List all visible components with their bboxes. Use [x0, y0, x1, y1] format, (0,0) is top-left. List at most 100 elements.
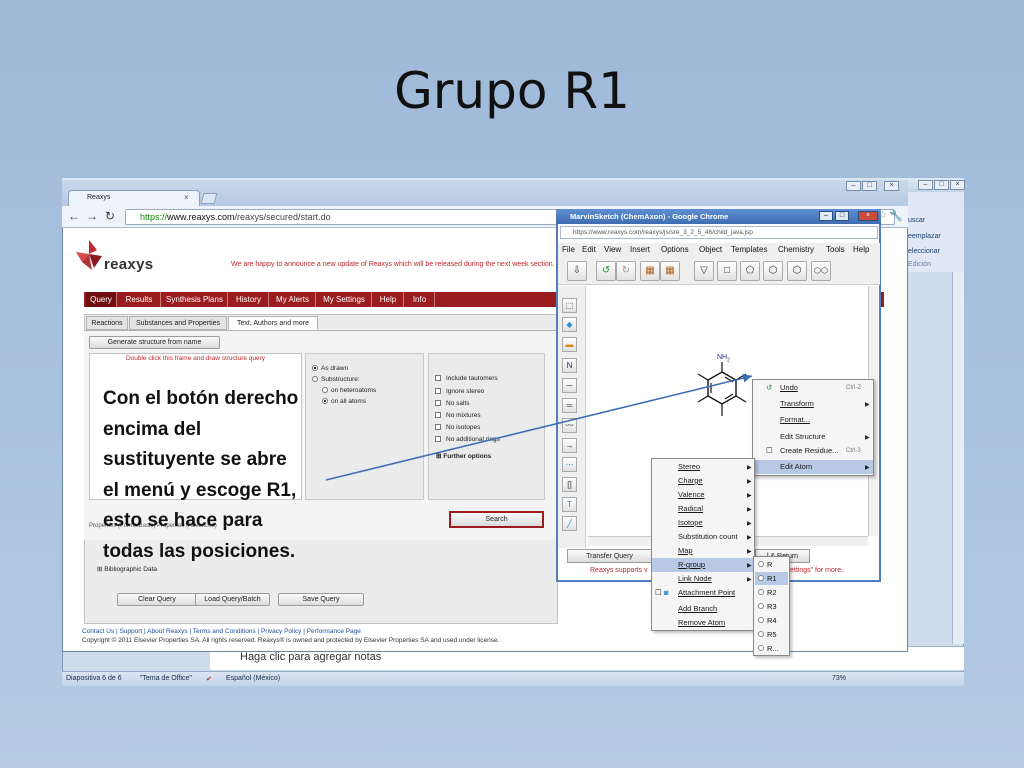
atom-map[interactable]: Map	[678, 544, 693, 558]
reload-icon[interactable]: ↻	[105, 209, 115, 223]
menu-object[interactable]: Object	[699, 243, 722, 257]
nav-help[interactable]: Help	[373, 292, 404, 307]
nav-history[interactable]: History	[229, 292, 269, 307]
eraser-tool-icon[interactable]: ◆	[562, 317, 577, 332]
search-button[interactable]: Search	[449, 511, 544, 528]
check-ignore-stereo[interactable]: Ignore stereo	[435, 388, 484, 395]
nav-results[interactable]: Results	[118, 292, 161, 307]
check-include-tautomers[interactable]: Include tautomers	[435, 375, 498, 382]
tab-text-authors[interactable]: Text, Authors and more	[228, 316, 318, 330]
check-no-additional-rings[interactable]: No additional rings	[435, 436, 500, 443]
ctx-undo[interactable]: Undo	[780, 381, 798, 395]
nav-my-alerts[interactable]: My Alerts	[270, 292, 316, 307]
chrome-close-button[interactable]: ×	[884, 181, 899, 191]
arrow-tool-icon[interactable]: →	[562, 438, 577, 453]
ribbon-select[interactable]: eleccionar	[908, 248, 940, 255]
cyclopentane-icon[interactable]: ⬠	[740, 261, 760, 281]
menu-templates[interactable]: Templates	[731, 243, 767, 257]
load-query-button[interactable]: Load Query/Batch	[195, 593, 270, 606]
ctx-transform[interactable]: Transform	[780, 397, 814, 411]
chain-tool-icon[interactable]: 〰	[562, 418, 577, 433]
double-bond-tool-icon[interactable]: ═	[562, 398, 577, 413]
radio-substructure[interactable]: Substructure:	[312, 376, 360, 383]
transfer-query-button[interactable]: Transfer Query	[567, 549, 652, 563]
ctx-edit-atom[interactable]: Edit Atom	[753, 460, 873, 474]
atom-substitution-count[interactable]: Substitution count	[678, 530, 738, 544]
template2-tool-icon[interactable]: ▦	[660, 261, 680, 281]
tab-substances[interactable]: Substances and Properties	[129, 316, 227, 330]
back-arrow-icon[interactable]: ←	[68, 209, 80, 223]
menu-file[interactable]: File	[562, 243, 575, 257]
bracket-tool-icon[interactable]: []	[562, 477, 577, 492]
ctx-edit-structure[interactable]: Edit Structure	[780, 430, 825, 444]
radio-on-heteroatoms[interactable]: on heteroatoms	[322, 387, 376, 394]
ppt-maximize-button[interactable]: □	[934, 180, 949, 190]
check-no-isotopes[interactable]: No isotopes	[435, 424, 480, 431]
new-tab-button[interactable]	[200, 193, 218, 204]
clear-query-button[interactable]: Clear Query	[117, 593, 197, 606]
atom-add-branch[interactable]: Add Branch	[678, 602, 717, 616]
menu-view[interactable]: View	[604, 243, 621, 257]
menu-chemistry[interactable]: Chemistry	[778, 243, 814, 257]
atom-remove-atom[interactable]: Remove Atom	[678, 616, 725, 630]
atom-link-node[interactable]: Link Node	[678, 572, 712, 586]
single-bond-tool-icon[interactable]: ─	[562, 378, 577, 393]
chrome-maximize-button[interactable]: □	[862, 181, 877, 191]
ppt-minimize-button[interactable]: –	[918, 180, 933, 190]
charge-tool-icon[interactable]: ▬	[562, 337, 577, 352]
radio-as-drawn[interactable]: As drawn	[312, 365, 348, 372]
ribbon-find[interactable]: uscar	[908, 217, 925, 224]
menu-edit[interactable]: Edit	[582, 243, 596, 257]
atom-valence[interactable]: Valence	[678, 488, 705, 502]
chrome-minimize-button[interactable]: –	[846, 181, 861, 191]
menu-options[interactable]: Options	[661, 243, 689, 257]
forward-arrow-icon[interactable]: →	[86, 209, 98, 223]
nav-synthesis-plans[interactable]: Synthesis Plans	[162, 292, 228, 307]
cyclohexane-icon[interactable]: ⬡	[763, 261, 783, 281]
nav-info[interactable]: Info	[405, 292, 435, 307]
further-options-toggle[interactable]: ⊞ Further options	[436, 452, 491, 460]
ctx-format[interactable]: Format...	[780, 413, 810, 427]
menu-help[interactable]: Help	[853, 243, 869, 257]
atom-isotope[interactable]: Isotope	[678, 516, 703, 530]
marvin-minimize-button[interactable]: –	[819, 211, 833, 221]
tab-close-icon[interactable]: ×	[184, 193, 189, 202]
tab-reactions[interactable]: Reactions	[86, 316, 128, 330]
footer-links[interactable]: Contact Us | Support | About Reaxys | Te…	[82, 628, 361, 635]
menu-insert[interactable]: Insert	[630, 243, 650, 257]
menu-tools[interactable]: Tools	[826, 243, 845, 257]
notes-placeholder[interactable]: Haga clic para agregar notas	[240, 651, 381, 663]
undo-tool-icon[interactable]: ↺	[596, 261, 616, 281]
atom-charge[interactable]: Charge	[678, 474, 703, 488]
check-no-mixtures[interactable]: No mixtures	[435, 412, 481, 419]
atom-radical[interactable]: Radical	[678, 502, 703, 516]
atom-n-tool[interactable]: N	[562, 358, 577, 373]
status-zoom[interactable]: 73%	[832, 675, 846, 682]
select-tool-icon[interactable]: ⬚	[562, 298, 577, 313]
rgroup-tool-icon[interactable]: ⋯	[562, 457, 577, 472]
benzene-icon[interactable]: ⬡	[787, 261, 807, 281]
ppt-vertical-scrollbar[interactable]	[952, 272, 964, 644]
spellcheck-icon[interactable]: ✔	[206, 675, 212, 683]
wrench-icon[interactable]: 🔧	[889, 209, 903, 222]
atom-stereo[interactable]: Stereo	[678, 460, 700, 474]
transfer-tool-icon[interactable]: ⇩	[567, 261, 587, 281]
naphthalene-icon[interactable]: ⬡⬡	[811, 261, 831, 281]
nav-my-settings[interactable]: My Settings	[317, 292, 372, 307]
ribbon-replace[interactable]: eemplazar	[908, 233, 941, 240]
text-tool-icon[interactable]: T	[562, 497, 577, 512]
template-tool-icon[interactable]: ▦	[640, 261, 660, 281]
cyclobutane-icon[interactable]: □	[717, 261, 737, 281]
marvin-maximize-button[interactable]: □	[835, 211, 849, 221]
line-tool-icon[interactable]: ╱	[562, 516, 577, 531]
generate-structure-button[interactable]: Generate structure from name	[89, 336, 220, 349]
atom-attachment-point[interactable]: Attachment Point	[678, 586, 735, 600]
nav-query[interactable]: Query	[86, 292, 117, 307]
browser-tab[interactable]: Reaxys	[68, 190, 200, 206]
atom-r-group[interactable]: R-group	[652, 558, 754, 572]
ctx-create-residue[interactable]: Create Residue...	[780, 444, 838, 458]
check-no-salts[interactable]: No salts	[435, 400, 469, 407]
radio-on-all-atoms[interactable]: on all atoms	[322, 398, 366, 405]
marvin-close-button[interactable]: ×	[858, 211, 878, 221]
cyclopropane-icon[interactable]: ▽	[694, 261, 714, 281]
